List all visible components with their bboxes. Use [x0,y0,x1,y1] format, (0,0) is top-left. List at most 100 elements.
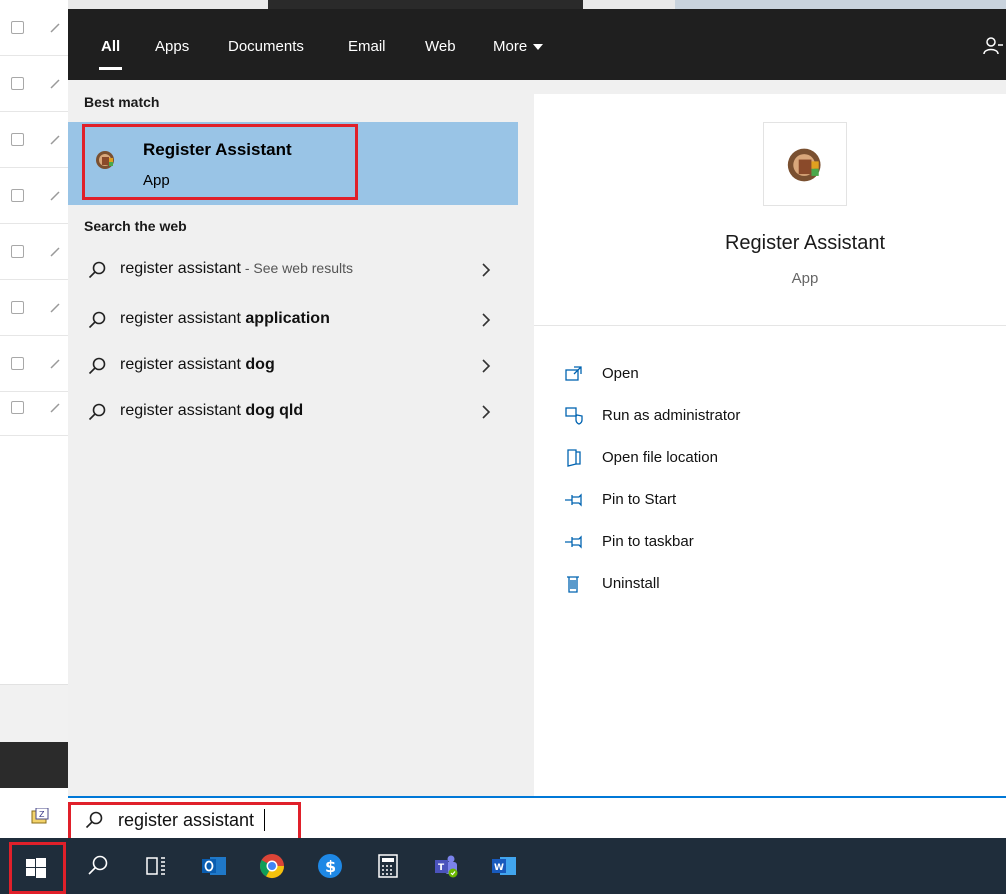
web-result-suggestion: dog qld [245,402,304,419]
list-row[interactable] [0,56,68,112]
web-result-suggestion: application [245,310,330,327]
search-icon [88,261,106,279]
search-web-header: Search the web [84,218,187,234]
best-match-header: Best match [84,94,160,110]
results-pane: Best match Register Assistant App Search… [68,80,518,796]
edit-icon[interactable] [49,358,61,370]
folder-location-icon [567,449,581,467]
search-icon [88,403,106,421]
filter-tab-web[interactable]: Web [425,36,456,58]
register-assistant-icon [787,148,821,182]
search-icon [88,311,106,329]
edit-icon[interactable] [49,22,61,34]
open-icon [565,366,582,381]
windows-logo-icon [26,858,46,878]
start-button[interactable] [9,842,66,894]
best-match-name: Register Assistant [143,140,292,159]
shield-icon [565,407,583,425]
web-result-item[interactable]: register assistant dog qld [68,390,518,436]
web-result-item[interactable]: register assistant application [68,298,518,344]
list-row[interactable] [0,112,68,168]
action-label: Open file location [602,449,718,466]
row-checkbox[interactable] [11,401,24,414]
search-icon [88,357,106,375]
row-checkbox[interactable] [11,245,24,258]
background-app-list: Z [0,0,68,838]
preview-app-type: App [791,270,819,287]
action-label: Run as administrator [602,407,741,424]
action-label: Pin to taskbar [602,533,694,550]
search-flyout: All Apps Documents Email Web More Best m… [68,9,1006,796]
task-view-icon [146,857,165,875]
list-row[interactable] [0,224,68,280]
trash-icon [567,576,579,593]
edit-icon[interactable] [49,302,61,314]
filter-tab-documents[interactable]: Documents [228,36,304,58]
highlight-box [82,124,358,200]
action-label: Uninstall [602,575,660,592]
row-checkbox[interactable] [11,189,24,202]
web-result-text: register assistant dog [120,356,275,374]
svg-text:W: W [494,863,504,873]
row-checkbox[interactable] [11,357,24,370]
web-result-query: register assistant [120,260,241,277]
web-result-item[interactable]: register assistant dog [68,344,518,390]
chevron-right-icon [482,359,491,373]
outlook-taskbar-button[interactable] [194,846,234,886]
register-assistant-icon [96,151,114,169]
list-row[interactable] [0,280,68,336]
best-match-result[interactable]: Register Assistant App [68,122,518,205]
pin-icon [565,535,582,549]
row-checkbox[interactable] [11,301,24,314]
list-row[interactable] [0,168,68,224]
web-result-query: register assistant [120,356,246,373]
filter-tab-email[interactable]: Email [348,36,386,58]
svg-text:Z: Z [39,810,45,819]
search-input[interactable] [118,807,518,833]
action-label: Open [602,365,639,382]
teams-icon: T [435,855,458,878]
edit-icon[interactable] [49,402,61,414]
search-icon [85,811,103,829]
filter-tab-more[interactable]: More [493,36,544,58]
filter-tab-apps[interactable]: Apps [155,36,189,58]
taskbar-search-button[interactable] [78,846,118,886]
edit-icon[interactable] [49,190,61,202]
filter-tab-more-label: More [493,38,528,55]
web-result-text: register assistant application [120,310,330,328]
row-checkbox[interactable] [11,133,24,146]
search-icon [88,855,108,875]
word-taskbar-button[interactable]: W [484,846,524,886]
row-checkbox[interactable] [11,21,24,34]
calculator-icon [378,854,398,878]
search-box[interactable] [68,796,1006,842]
chrome-taskbar-button[interactable] [252,846,292,886]
dollar-app-taskbar-button[interactable]: $ [310,846,350,886]
web-result-suggestion: dog [245,356,275,373]
pin-icon [565,493,582,507]
svg-text:T: T [438,863,445,873]
web-result-hint: - See web results [240,260,353,276]
chevron-right-icon [482,405,491,419]
list-row[interactable] [0,380,68,436]
row-checkbox[interactable] [11,77,24,90]
web-result-item[interactable]: register assistant - See web results [68,248,518,294]
edit-icon[interactable] [49,134,61,146]
background-panel [0,684,68,742]
edit-icon[interactable] [49,78,61,90]
taskbar: $ T W [0,838,1006,894]
edit-icon[interactable] [49,246,61,258]
svg-text:$: $ [325,857,336,876]
filter-tab-all[interactable]: All [98,36,123,70]
background-top-strip [68,0,1006,9]
chrome-icon [259,854,284,879]
dollar-app-icon: $ [318,854,342,878]
calculator-taskbar-button[interactable] [368,846,408,886]
task-view-button[interactable] [136,846,176,886]
list-row[interactable] [0,0,68,56]
notes-app-icon[interactable]: Z [31,808,49,824]
feedback-icon[interactable] [982,35,1004,57]
preview-app-name: Register Assistant [724,232,886,254]
teams-taskbar-button[interactable]: T [426,846,466,886]
background-dark-bar [0,742,68,788]
